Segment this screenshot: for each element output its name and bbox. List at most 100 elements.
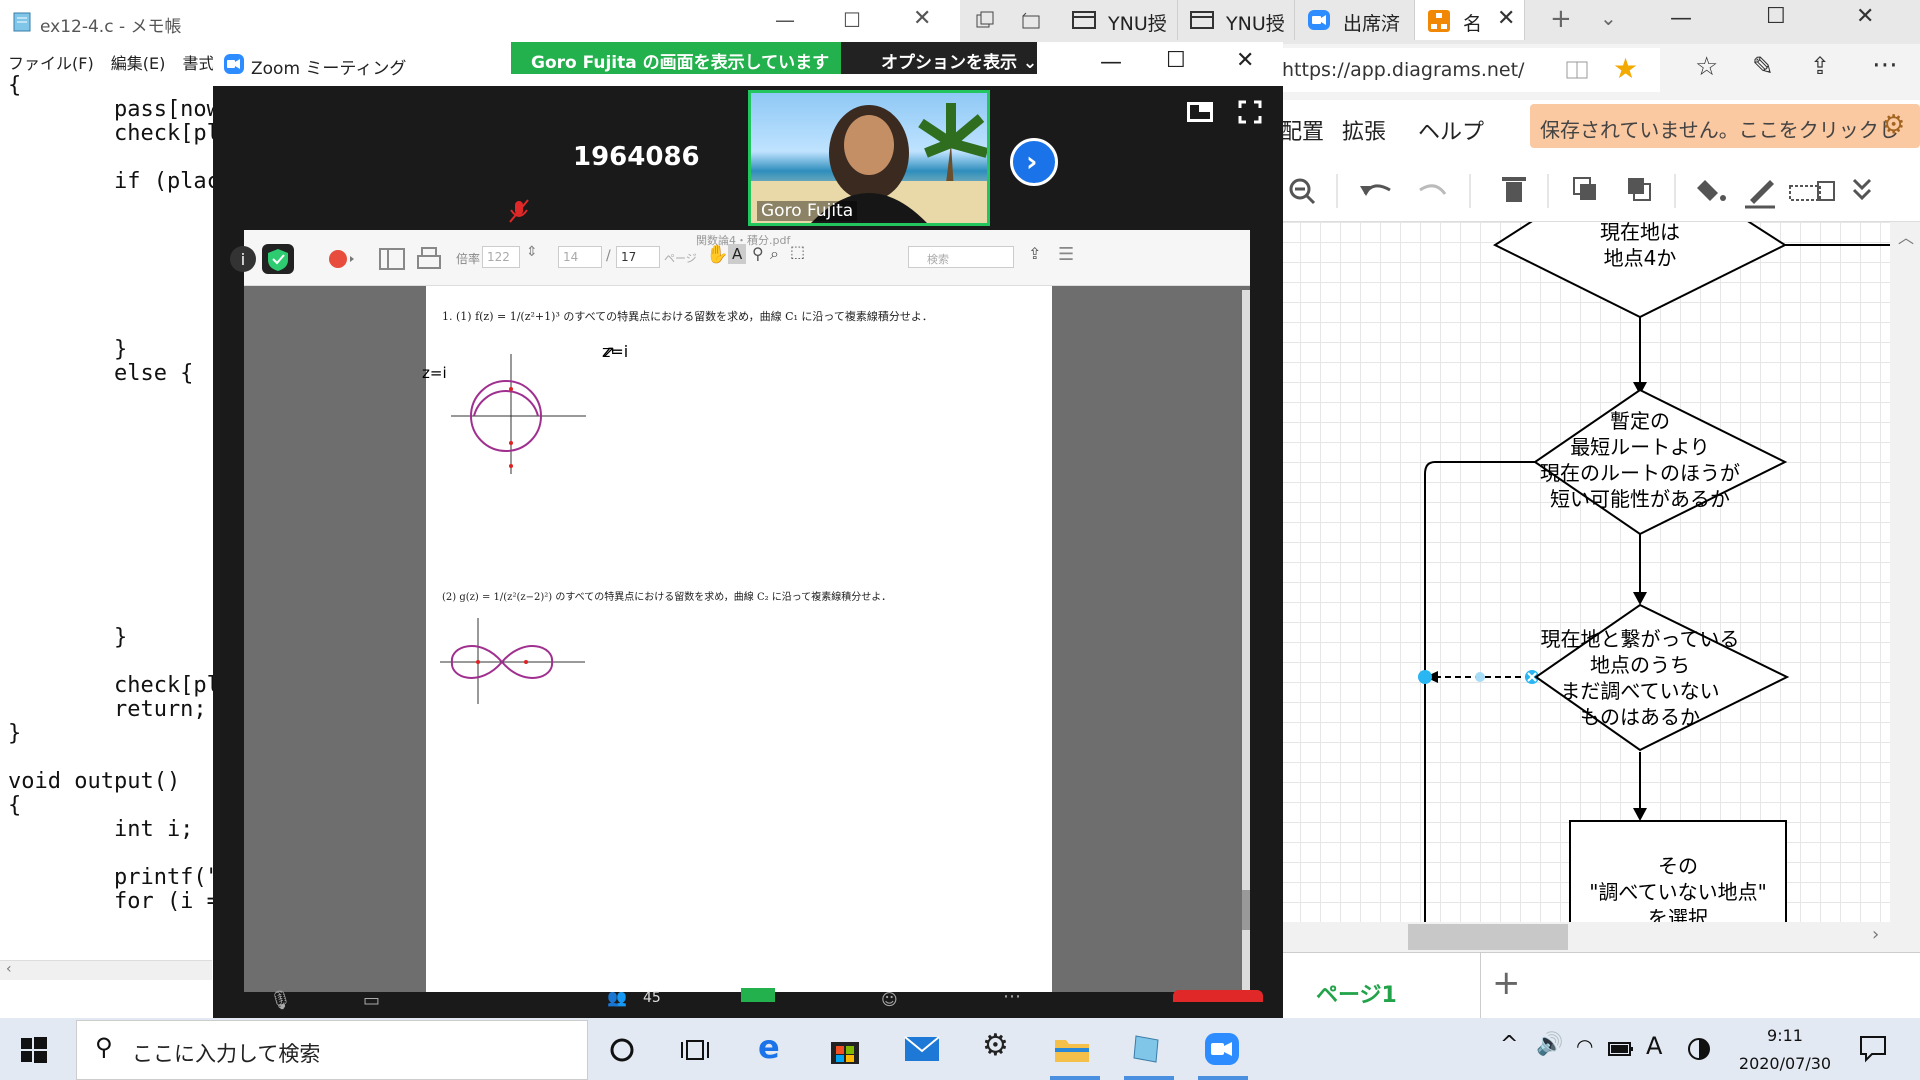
night-mode-icon[interactable] bbox=[1686, 1036, 1712, 1062]
tabs-aside-icon[interactable] bbox=[1020, 10, 1042, 32]
tab-attendance[interactable]: 出席済 bbox=[1295, 0, 1415, 40]
decision-unchecked-neighbors[interactable]: 現在地と繋がっている 地点のうち まだ調べていない ものはあるか bbox=[1534, 603, 1790, 752]
windows-start-icon[interactable] bbox=[20, 1036, 48, 1064]
print-icon[interactable] bbox=[414, 244, 444, 274]
minimize-icon[interactable]: — bbox=[1670, 6, 1692, 31]
maximize-icon[interactable]: ☐ bbox=[1166, 48, 1186, 73]
favorite-star-icon[interactable]: ★ bbox=[1613, 52, 1638, 85]
edge-handle[interactable] bbox=[1418, 670, 1432, 684]
chevron-up-icon[interactable]: ︿ bbox=[1898, 224, 1914, 248]
shadow-icon[interactable] bbox=[1789, 181, 1835, 201]
to-front-icon[interactable] bbox=[1573, 177, 1596, 200]
share-icon[interactable]: ⇪ bbox=[1810, 52, 1830, 80]
menu-arrange[interactable]: 配置 bbox=[1280, 114, 1324, 146]
participants-icon[interactable]: 👥 bbox=[607, 988, 627, 1007]
address-bar[interactable]: https://app.diagrams.net/ ★ bbox=[1280, 48, 1660, 92]
line-color-icon[interactable] bbox=[1745, 180, 1775, 209]
process-select-unchecked[interactable]: その "調べていない地点" を選択 bbox=[1569, 820, 1787, 922]
taskbar-clock[interactable]: 9:11 2020/07/30 bbox=[1735, 1022, 1835, 1078]
tab-ynu-2[interactable]: YNU授 bbox=[1178, 0, 1295, 40]
close-icon[interactable]: ✕ bbox=[913, 6, 931, 31]
chevron-up-icon[interactable]: ^ bbox=[1500, 1032, 1518, 1057]
sidebar-icon[interactable] bbox=[378, 244, 408, 274]
notifications-icon[interactable] bbox=[1858, 1034, 1888, 1064]
edge-icon[interactable]: e bbox=[758, 1028, 780, 1066]
maximize-icon[interactable]: ☐ bbox=[843, 8, 861, 32]
pdf-page[interactable]: 1. (1) f(z) = 1/(z²+1)³ のすべての特異点における留数を求… bbox=[422, 286, 1052, 992]
fullscreen-icon[interactable] bbox=[1238, 100, 1262, 124]
horizontal-scrollbar[interactable]: › bbox=[1280, 922, 1890, 952]
new-tab-icon[interactable]: + bbox=[1550, 4, 1572, 34]
close-icon[interactable]: ✕ bbox=[1236, 48, 1254, 73]
select-tool-icon[interactable]: ⬚ bbox=[790, 242, 805, 261]
next-page-button[interactable]: › bbox=[1010, 138, 1058, 186]
pen-icon[interactable]: ✎ bbox=[1752, 52, 1774, 82]
scroll-thumb[interactable] bbox=[1408, 924, 1568, 950]
horizontal-scrollbar[interactable]: ‹ bbox=[0, 960, 212, 980]
decision-shorter-possible[interactable]: 暫定の 最短ルートより 現在のルートのほうが 短い可能性があるか bbox=[1533, 388, 1788, 536]
notepad-text-area[interactable]: { pass[now] check[pla if (place i } } el… bbox=[8, 74, 213, 974]
fill-color-icon[interactable] bbox=[1697, 180, 1726, 201]
menu-file[interactable]: ファイル(F) bbox=[8, 50, 94, 74]
favorites-icon[interactable]: ☆ bbox=[1695, 52, 1718, 82]
view-options-button[interactable]: オプションを表示 ⌄ bbox=[841, 42, 1037, 74]
tab-drawio-active[interactable]: 名 ✕ bbox=[1415, 0, 1525, 40]
share-screen-button[interactable] bbox=[741, 988, 775, 1002]
menu-icon[interactable]: ☰ bbox=[1058, 244, 1074, 265]
participant-tile-name[interactable]: 1964086 bbox=[573, 142, 700, 172]
zoom-taskbar-icon[interactable] bbox=[1204, 1032, 1240, 1066]
edge-d2-left[interactable] bbox=[1424, 461, 1535, 922]
task-view-icon[interactable] bbox=[680, 1036, 710, 1064]
volume-icon[interactable]: 🔊 bbox=[1536, 1032, 1563, 1057]
mail-icon[interactable] bbox=[904, 1034, 940, 1064]
to-back-icon[interactable] bbox=[1628, 178, 1651, 201]
chevron-right-icon[interactable]: › bbox=[1872, 924, 1879, 945]
minimize-icon[interactable]: — bbox=[1100, 50, 1122, 75]
edge-handle[interactable] bbox=[1475, 672, 1485, 682]
reading-view-icon[interactable] bbox=[1565, 59, 1589, 81]
ime-indicator[interactable]: A bbox=[1646, 1032, 1662, 1060]
vertical-scrollbar[interactable]: ︿ ﹀ bbox=[1890, 222, 1920, 1022]
close-tab-icon[interactable]: ✕ bbox=[1497, 6, 1515, 31]
menu-help[interactable]: ヘルプ bbox=[1418, 114, 1484, 146]
chevron-down-icon[interactable]: ⌄ bbox=[1600, 6, 1617, 30]
page-tab-active[interactable]: ページ1 bbox=[1280, 953, 1480, 1019]
add-page-icon[interactable]: + bbox=[1492, 963, 1521, 1003]
cortana-icon[interactable] bbox=[608, 1036, 636, 1064]
close-icon[interactable]: ✕ bbox=[1856, 4, 1874, 29]
scroll-thumb[interactable] bbox=[1242, 890, 1250, 930]
view-layout-icon[interactable] bbox=[1186, 100, 1214, 124]
gear-icon[interactable]: ⚙ bbox=[1882, 110, 1905, 140]
menu-edit[interactable]: 編集(E) bbox=[111, 50, 166, 74]
page-number-input[interactable]: 14 bbox=[558, 246, 602, 268]
pdf-search-input[interactable]: 検索 bbox=[908, 246, 1014, 268]
participant-video[interactable]: Goro Fujita bbox=[748, 90, 990, 226]
taskbar-search[interactable]: ⚲ ここに入力して検索 bbox=[76, 1020, 588, 1080]
end-meeting-button[interactable] bbox=[1173, 990, 1263, 1002]
zoom-out-icon[interactable] bbox=[1289, 178, 1316, 205]
tab-actions-icon[interactable] bbox=[974, 10, 996, 32]
file-explorer-icon[interactable] bbox=[1054, 1034, 1090, 1064]
zoom-level-input[interactable]: 122 bbox=[482, 246, 520, 268]
notepad-titlebar[interactable]: ex12-4.c - メモ帳 — ☐ ✕ bbox=[0, 0, 960, 44]
video-icon[interactable]: ▭ bbox=[363, 990, 380, 1011]
redo-icon[interactable] bbox=[1419, 184, 1447, 195]
battery-icon[interactable] bbox=[1608, 1040, 1634, 1058]
decision-current-is-point4[interactable]: 現在地は 地点4か bbox=[1492, 222, 1788, 319]
settings-gear-icon[interactable]: ⚙ bbox=[982, 1028, 1009, 1063]
menu-extras[interactable]: 拡張 bbox=[1342, 114, 1386, 146]
wifi-icon[interactable]: ◠ bbox=[1576, 1034, 1593, 1058]
expand-chevron-icon[interactable] bbox=[1852, 178, 1872, 201]
maximize-icon[interactable]: ☐ bbox=[1766, 4, 1786, 29]
unsaved-warning[interactable]: 保存されていません。ここをクリックし ⚙ bbox=[1530, 104, 1920, 148]
more-icon[interactable]: ⋯ bbox=[1872, 50, 1898, 80]
minimize-icon[interactable]: — bbox=[775, 8, 795, 32]
reactions-icon[interactable]: ☺ bbox=[881, 990, 898, 1009]
share-icon[interactable]: ⇪ bbox=[1028, 244, 1041, 263]
store-icon[interactable] bbox=[828, 1032, 862, 1066]
record-icon[interactable] bbox=[326, 244, 356, 274]
notepad-taskbar-icon[interactable] bbox=[1130, 1032, 1164, 1066]
undo-icon[interactable] bbox=[1360, 184, 1391, 196]
chevron-left-icon[interactable]: ‹ bbox=[6, 961, 12, 977]
tab-ynu-1[interactable]: YNU授 bbox=[1060, 0, 1178, 40]
